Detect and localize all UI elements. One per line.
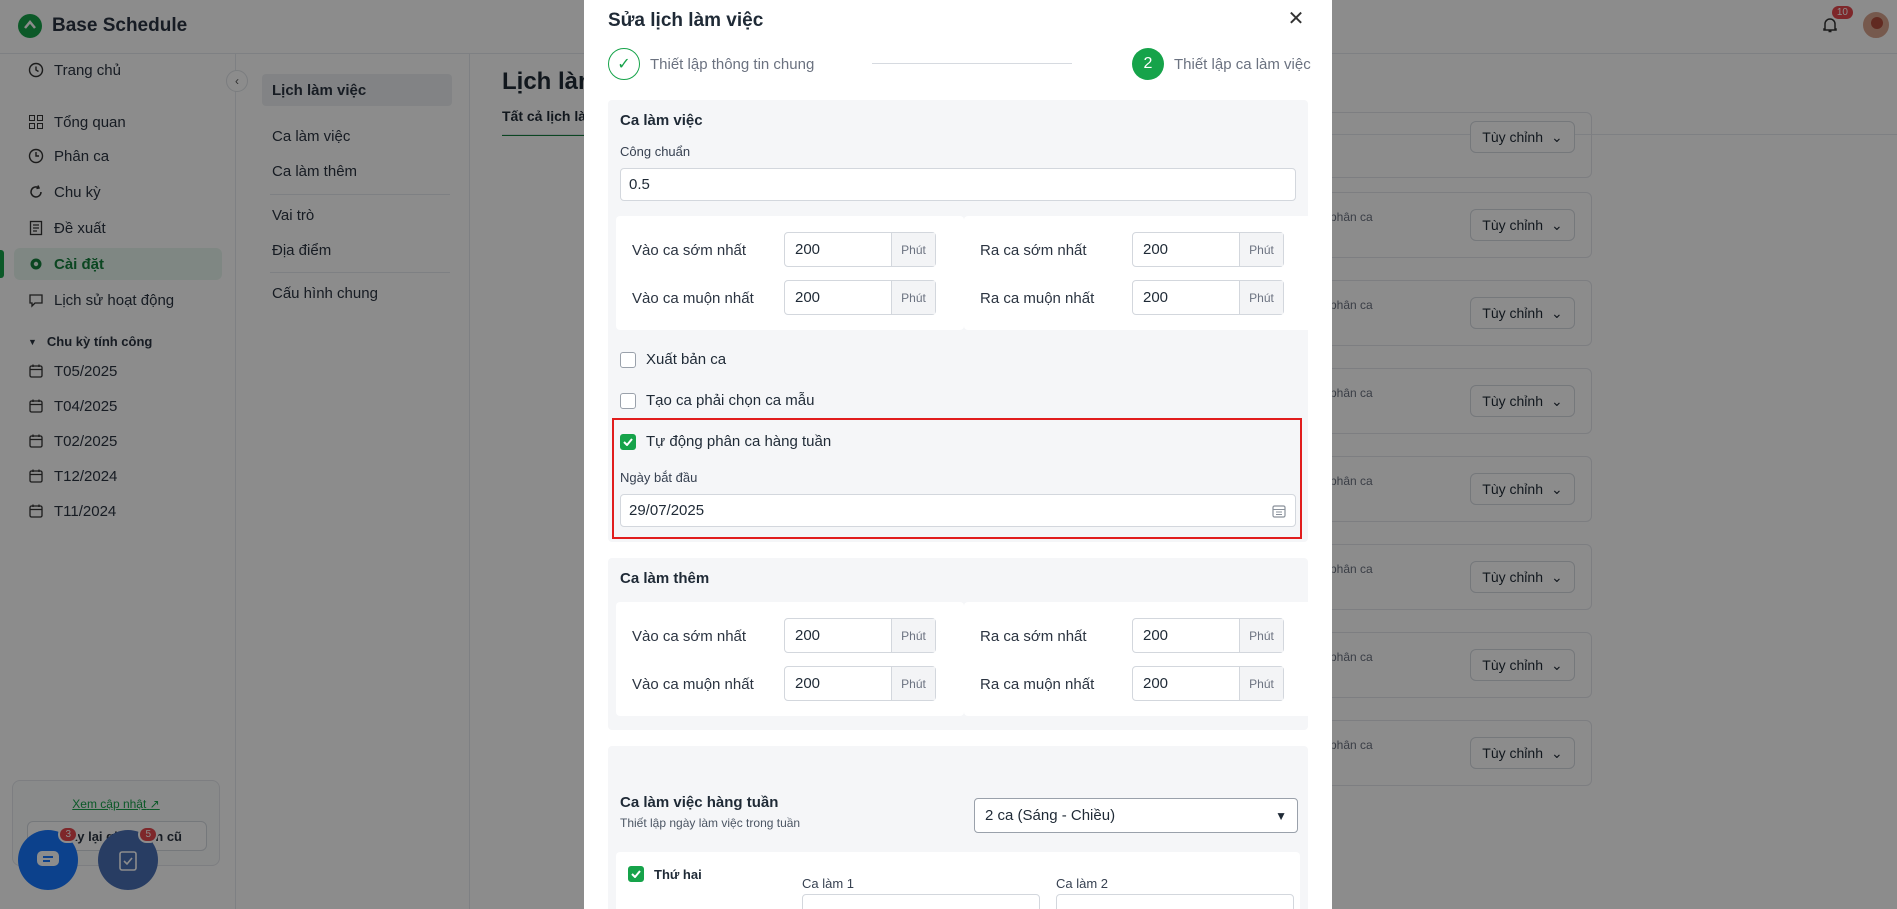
ot-check-in-panel: Vào ca sớm nhất 200 Phút Vào ca muộn nhất… [616,602,964,716]
standard-work-input[interactable]: 0.5 [620,168,1296,201]
weekday-row: Thứ hai Ca làm 1 Ca làm 2 [616,852,1300,909]
check-in-panel: Vào ca sớm nhất 200 Phút Vào ca muộn nhất… [616,216,964,330]
step-label: Thiết lập ca làm việc [1174,55,1311,73]
step-label: Thiết lập thông tin chung [650,55,815,73]
late-out-label: Ra ca muộn nhất [980,290,1095,307]
shift-count-select[interactable]: 2 ca (Sáng - Chiều) ▼ [974,798,1298,833]
section-title: Ca làm việc [620,112,703,129]
highlight-box [612,418,1302,539]
minutes-unit: Phút [1239,667,1283,700]
late-in-input[interactable]: 200 Phút [784,280,936,315]
modal-title: Sửa lịch làm việc [608,10,764,31]
chevron-down-icon: ▼ [1275,808,1287,823]
early-out-input[interactable]: 200 Phút [1132,232,1284,267]
close-button[interactable]: ✕ [1284,6,1308,30]
minutes-unit: Phút [1239,619,1283,652]
shift1-input[interactable] [802,894,1040,909]
section-title: Ca làm thêm [620,570,710,587]
late-in-label: Vào ca muộn nhất [632,290,754,307]
minutes-value: 200 [795,241,821,258]
checkbox-label: Tạo ca phải chọn ca mẫu [646,392,815,409]
step-number: 2 [1132,48,1164,80]
section-title: Ca làm việc hàng tuần [620,794,779,811]
late-in-label: Vào ca muộn nhất [632,676,754,693]
shift1-label: Ca làm 1 [802,876,855,891]
minutes-value: 200 [795,289,821,306]
weekly-shift-section: Ca làm việc hàng tuần Thiết lập ngày làm… [608,746,1308,909]
shift2-input[interactable] [1056,894,1294,909]
minutes-value: 200 [1143,675,1169,692]
early-out-label: Ra ca sớm nhất [980,628,1087,645]
checkbox-unchecked[interactable] [620,351,636,368]
require-template-checkbox[interactable]: Tạo ca phải chọn ca mẫu [620,392,814,409]
section-subtitle: Thiết lập ngày làm việc trong tuần [620,816,801,830]
checkbox-label: Xuất bản ca [646,351,727,368]
early-in-label: Vào ca sớm nhất [632,242,747,259]
ot-early-out-input[interactable]: 200 Phút [1132,618,1284,653]
step-general-info[interactable]: ✓ Thiết lập thông tin chung [608,48,814,80]
ot-late-out-input[interactable]: 200 Phút [1132,666,1284,701]
minutes-unit: Phút [1239,233,1283,266]
weekday-label: Thứ hai [654,866,702,882]
step-shift-setup[interactable]: 2 Thiết lập ca làm việc [1132,48,1311,80]
minutes-value: 200 [1143,241,1169,258]
minutes-unit: Phút [891,667,935,700]
standard-work-label: Công chuẩn [620,144,691,159]
early-in-label: Vào ca sớm nhất [632,628,747,645]
late-out-label: Ra ca muộn nhất [980,676,1095,693]
minutes-unit: Phút [1239,281,1283,314]
minutes-value: 200 [795,627,821,644]
ot-early-in-input[interactable]: 200 Phút [784,618,936,653]
weekday-checkbox[interactable]: Thứ hai [628,866,702,882]
check-out-panel: Ra ca sớm nhất 200 Phút Ra ca muộn nhất 2… [964,216,1312,330]
minutes-unit: Phút [891,619,935,652]
minutes-value: 200 [1143,627,1169,644]
checkbox-unchecked[interactable] [620,392,636,409]
shift2-label: Ca làm 2 [1056,876,1109,891]
checkbox-checked[interactable] [628,866,644,882]
minutes-value: 200 [1143,289,1169,306]
step-connector [872,63,1072,64]
overtime-section: Ca làm thêm Vào ca sớm nhất 200 Phút Vào … [608,558,1312,730]
early-in-input[interactable]: 200 Phút [784,232,936,267]
check-icon [631,870,641,878]
check-icon: ✓ [608,48,640,80]
minutes-unit: Phút [891,233,935,266]
late-out-input[interactable]: 200 Phút [1132,280,1284,315]
minutes-value: 200 [795,675,821,692]
edit-schedule-modal: Sửa lịch làm việc ✕ ✓ Thiết lập thông ti… [584,0,1332,909]
select-value: 2 ca (Sáng - Chiều) [985,807,1116,824]
early-out-label: Ra ca sớm nhất [980,242,1087,259]
close-icon: ✕ [1287,7,1305,30]
ot-late-in-input[interactable]: 200 Phút [784,666,936,701]
minutes-unit: Phút [891,281,935,314]
ot-check-out-panel: Ra ca sớm nhất 200 Phút Ra ca muộn nhất 2… [964,602,1312,716]
publish-shift-checkbox[interactable]: Xuất bản ca [620,351,726,368]
